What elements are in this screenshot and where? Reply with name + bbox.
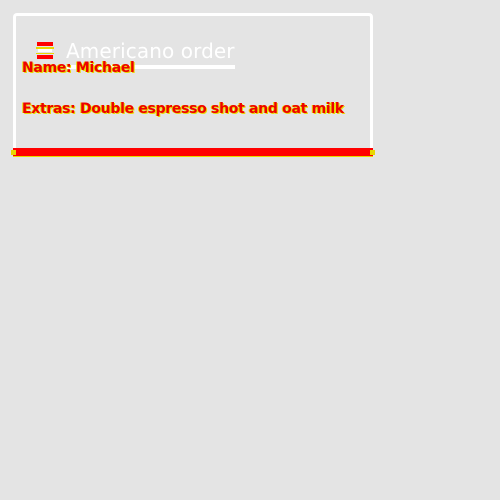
card-footer-bar	[11, 148, 375, 157]
customer-name-field: Name: Michael	[22, 60, 135, 76]
order-card: Americano order	[13, 13, 373, 157]
order-extras-field: Extras: Double espresso shot and oat mil…	[22, 101, 344, 117]
coffee-cup-icon	[36, 42, 54, 60]
